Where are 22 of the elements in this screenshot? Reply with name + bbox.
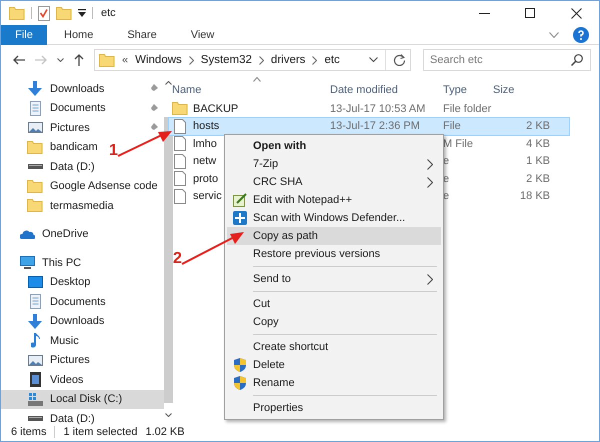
table-cell: 2 KB xyxy=(526,172,550,185)
annotation-number: 2 xyxy=(173,251,182,267)
window-title: etc xyxy=(101,7,116,19)
table-cell: File xyxy=(443,120,461,132)
table-cell: File folder xyxy=(443,102,492,115)
table-cell: M File xyxy=(443,138,473,150)
status-text: 1 item selected xyxy=(63,426,138,438)
table-cell: 13-Jul-17 10:53 AM xyxy=(330,102,426,115)
file-name: lmho xyxy=(193,138,217,150)
table-cell: 1 KB xyxy=(526,155,550,168)
status-text: 1.02 KB xyxy=(145,426,185,438)
file-name: netw xyxy=(193,155,216,168)
table-cell: 2 KB xyxy=(526,120,550,132)
table-cell: 18 KB xyxy=(520,190,550,202)
annotation-number: 1 xyxy=(109,143,118,159)
status-text: 6 items xyxy=(11,426,46,438)
file-name: proto xyxy=(193,172,218,185)
file-name: BACKUP xyxy=(193,102,238,115)
file-name: hosts xyxy=(193,120,220,132)
table-cell: 13-Jul-17 2:36 PM xyxy=(330,120,420,132)
table-cell: 4 KB xyxy=(526,138,550,150)
file-name: servic xyxy=(193,190,222,202)
